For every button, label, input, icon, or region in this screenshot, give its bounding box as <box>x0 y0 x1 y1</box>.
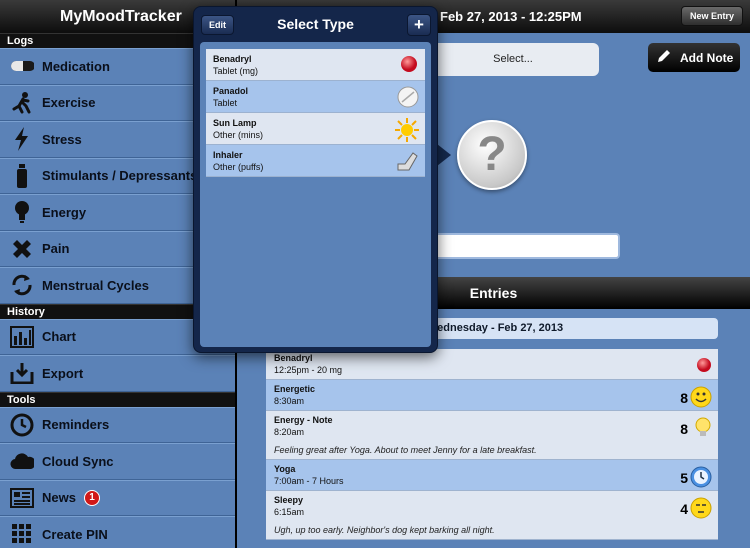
select-type-field[interactable]: Select... <box>427 43 599 76</box>
bottle-icon <box>10 163 34 188</box>
type-item-benadryl[interactable]: Benadryl Tablet (mg) <box>206 49 425 81</box>
cloud-icon <box>10 449 34 473</box>
runner-icon <box>10 91 34 115</box>
entry-row[interactable]: Energetic 8:30am 8 <box>266 380 718 411</box>
entry-row[interactable]: Yoga 7:00am - 7 Hours 5 <box>266 460 718 491</box>
unknown-type-icon[interactable]: ? <box>457 120 527 190</box>
entry-list: Benadryl 12:25pm - 20 mg Energetic 8:30a… <box>266 349 718 540</box>
sidebar-item-news[interactable]: News 1 <box>0 479 235 516</box>
entry-title: Yoga <box>274 464 296 474</box>
add-type-button[interactable]: + <box>407 14 431 36</box>
sidebar-item-reminders[interactable]: Reminders <box>0 406 235 443</box>
sidebar-item-label: Chart <box>42 329 76 345</box>
current-date: Feb 27, 2013 - 12:25PM <box>440 9 582 24</box>
lightbulb-icon <box>10 200 34 224</box>
inhaler-icon <box>395 150 419 179</box>
add-note-button[interactable]: Add Note <box>648 43 740 72</box>
type-unit: Other (mins) <box>213 130 264 140</box>
sleepy-face-icon <box>690 497 712 524</box>
entry-subtitle: 8:20am <box>274 427 305 437</box>
pencil-icon <box>656 48 672 67</box>
red-pill-icon <box>399 54 419 79</box>
sidebar-item-label: Medication <box>42 58 110 74</box>
sidebar-item-label: News <box>42 490 76 506</box>
note-input[interactable] <box>432 233 620 259</box>
entry-subtitle: 7:00am - 7 Hours <box>274 476 344 486</box>
white-tablet-icon <box>397 86 419 113</box>
popover-title: Select Type <box>277 16 354 32</box>
sidebar-item-label: Create PIN <box>42 526 108 542</box>
sidebar-item-cloud-sync[interactable]: Cloud Sync <box>0 443 235 480</box>
entry-title: Energetic <box>274 384 316 394</box>
sidebar-item-label: Stress <box>42 131 82 147</box>
entry-subtitle: 12:25pm - 20 mg <box>274 365 343 375</box>
sidebar-item-label: Reminders <box>42 417 110 433</box>
entry-subtitle: 6:15am <box>274 507 305 517</box>
entry-value: 5 <box>680 470 688 486</box>
entry-title: Benadryl <box>274 353 313 363</box>
sidebar-item-label: Export <box>42 365 84 381</box>
section-tools: Tools <box>0 391 235 407</box>
entry-row[interactable]: Energy - Note 8:20am Feeling great after… <box>266 411 718 460</box>
entry-value: 8 <box>680 421 688 437</box>
type-unit: Other (puffs) <box>213 162 264 172</box>
sidebar-item-label: Exercise <box>42 95 96 111</box>
type-item-panadol[interactable]: Panadol Tablet <box>206 81 425 113</box>
type-name: Sun Lamp <box>213 118 257 128</box>
sidebar-item-label: Pain <box>42 241 70 257</box>
entry-row[interactable]: Sleepy 6:15am Ugh, up too early. Neighbo… <box>266 491 718 540</box>
sidebar-item-label: Stimulants / Depressants <box>42 168 198 184</box>
type-unit: Tablet (mg) <box>213 66 259 76</box>
entry-title: Sleepy <box>274 495 304 505</box>
type-name: Benadryl <box>213 54 252 64</box>
cycle-icon <box>10 273 34 297</box>
sidebar-item-create-pin[interactable]: Create PIN <box>0 516 235 548</box>
entry-value: 4 <box>680 501 688 517</box>
entry-row[interactable]: Benadryl 12:25pm - 20 mg <box>266 349 718 380</box>
entry-subtitle: 8:30am <box>274 396 305 406</box>
type-list: Benadryl Tablet (mg) Panadol Tablet Sun … <box>200 42 431 347</box>
pill-icon <box>10 54 34 78</box>
entry-value: 8 <box>680 390 688 406</box>
type-unit: Tablet <box>213 98 238 108</box>
news-icon <box>10 486 34 510</box>
add-note-label: Add Note <box>680 50 734 65</box>
clock-icon <box>690 466 712 493</box>
keypad-icon <box>10 522 34 546</box>
entry-note: Feeling great after Yoga. About to meet … <box>274 445 537 455</box>
red-pill-icon <box>696 357 712 378</box>
clock-icon <box>10 413 34 437</box>
sidebar-item-label: Menstrual Cycles <box>42 277 149 293</box>
lightbulb-icon <box>694 417 712 444</box>
type-name: Panadol <box>213 86 249 96</box>
smiley-icon <box>690 386 712 413</box>
lightning-icon <box>10 127 34 152</box>
type-name: Inhaler <box>213 150 243 160</box>
popover-pointer <box>437 144 451 166</box>
entry-note: Ugh, up too early. Neighbor's dog kept b… <box>274 525 495 535</box>
type-item-sun-lamp[interactable]: Sun Lamp Other (mins) <box>206 113 425 145</box>
new-entry-button[interactable]: New Entry <box>680 6 743 26</box>
select-type-popover: Edit Select Type + Benadryl Tablet (mg) … <box>193 6 438 353</box>
sun-icon <box>395 118 419 147</box>
export-icon <box>10 361 34 385</box>
sidebar-item-export[interactable]: Export <box>0 355 235 392</box>
entry-title: Energy - Note <box>274 415 333 425</box>
type-item-inhaler[interactable]: Inhaler Other (puffs) <box>206 145 425 177</box>
sidebar-item-label: Cloud Sync <box>42 453 114 469</box>
news-badge: 1 <box>83 489 100 506</box>
popover-header: Edit Select Type + <box>194 7 437 39</box>
sidebar-item-label: Energy <box>42 204 87 220</box>
bandage-icon <box>10 237 34 261</box>
bar-chart-icon <box>10 325 34 349</box>
